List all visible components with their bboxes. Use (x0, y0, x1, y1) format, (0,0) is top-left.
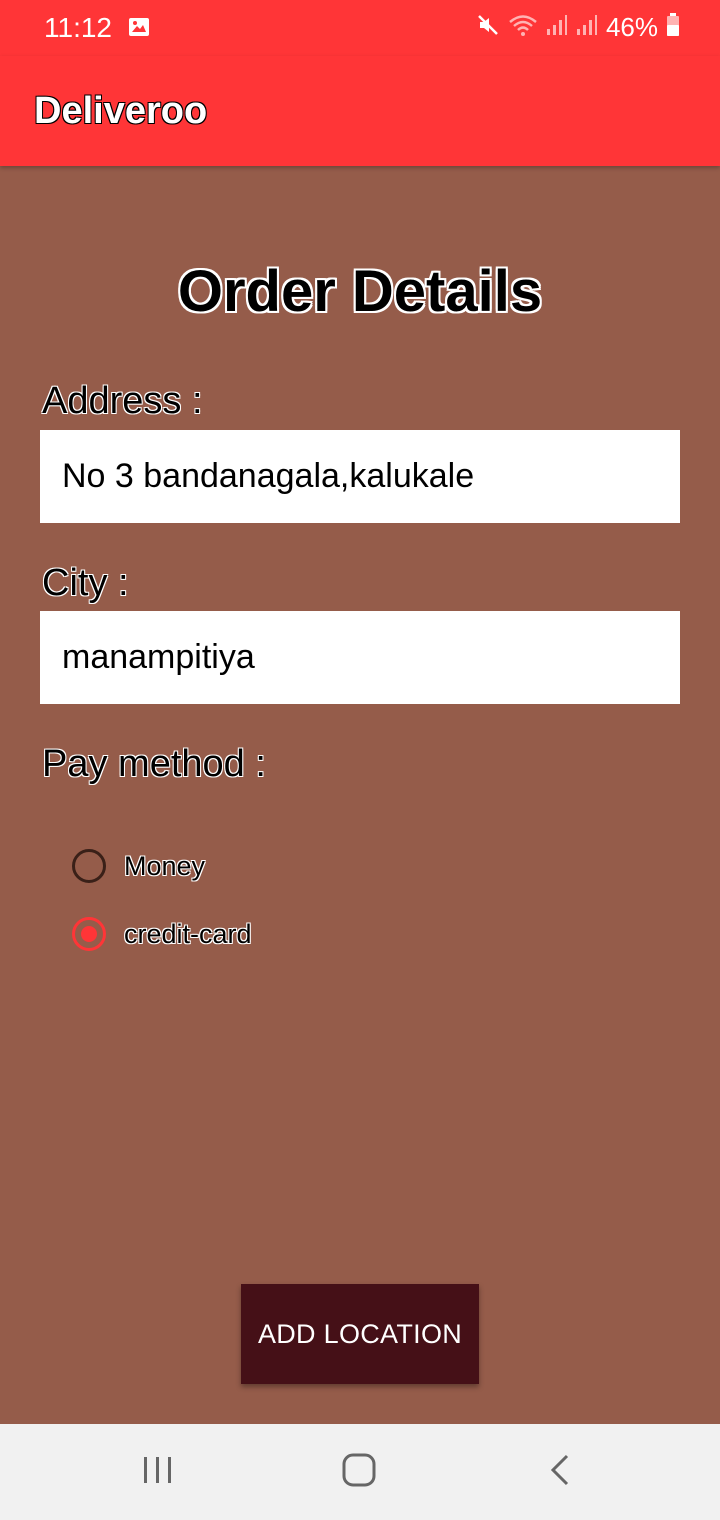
back-icon (549, 1454, 571, 1491)
status-time: 11:12 (44, 12, 112, 43)
radio-credit-card-label: credit-card (124, 918, 252, 949)
mute-icon (476, 13, 500, 42)
app-bar: Deliveroo (0, 56, 720, 166)
radio-credit-card[interactable]: credit-card (72, 917, 252, 951)
pay-method-label: Pay method : (42, 743, 266, 785)
recents-icon (142, 1455, 174, 1490)
radio-money[interactable]: Money (72, 849, 205, 883)
back-button[interactable] (500, 1424, 620, 1520)
city-label: City : (42, 562, 129, 604)
address-label: Address : (42, 380, 203, 422)
home-icon (342, 1453, 376, 1492)
wifi-icon (508, 13, 538, 42)
radio-button-unchecked-icon[interactable] (72, 849, 106, 883)
battery-percent: 46% (605, 12, 658, 42)
navigation-bar (0, 1424, 720, 1520)
gallery-icon (128, 17, 150, 42)
address-field[interactable]: No 3 bandanagala,kalukale (40, 430, 680, 523)
address-value: No 3 bandanagala,kalukale (62, 457, 475, 495)
city-value: manampitiya (62, 638, 255, 676)
recents-button[interactable] (98, 1424, 218, 1520)
home-button[interactable] (299, 1424, 419, 1520)
signal-icon (576, 14, 598, 41)
status-bar: 11:12 46% (0, 0, 720, 56)
city-field[interactable]: manampitiya (40, 611, 680, 704)
app-title: Deliveroo (34, 90, 208, 132)
add-location-button[interactable]: ADD LOCATION (241, 1284, 479, 1384)
battery-icon (666, 13, 680, 42)
status-icons: 46% (476, 12, 680, 43)
radio-button-checked-icon[interactable] (72, 917, 106, 951)
radio-money-label: Money (124, 850, 206, 881)
page-title: Order Details (177, 259, 543, 324)
signal-icon (546, 14, 568, 41)
